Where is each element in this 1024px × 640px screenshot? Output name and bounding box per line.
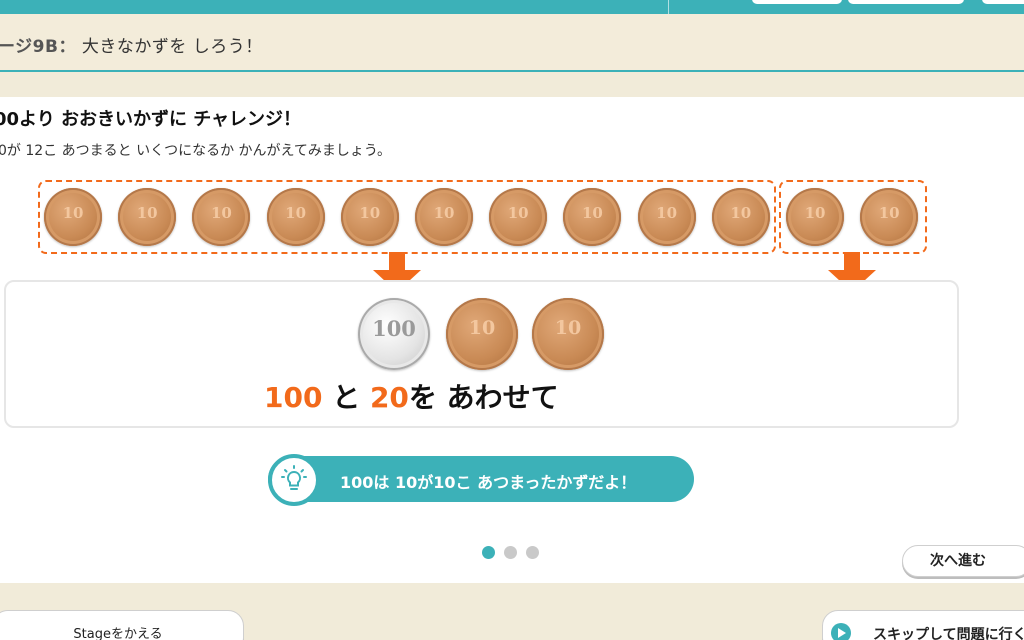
coin-label: 10 bbox=[656, 204, 678, 222]
page-dot[interactable] bbox=[526, 546, 539, 559]
play-icon bbox=[831, 623, 851, 640]
ten-yen-coin-icon: 10 bbox=[711, 188, 770, 246]
coin-label: 10 bbox=[878, 204, 900, 222]
lightbulb-icon bbox=[268, 454, 320, 506]
ten-yen-coin-icon: 10 bbox=[415, 188, 473, 246]
stage-header: ージ9B： 大きなかずを しろう！ bbox=[0, 14, 1024, 72]
lesson-heading: 00より おおきいかずに チャレンジ！ bbox=[0, 109, 302, 130]
lesson-instruction: 0が 12こ あつまると いくつになるか かんがえてみましょう。 bbox=[0, 143, 391, 159]
stage-title: ージ9B： 大きなかずを しろう！ bbox=[0, 32, 263, 57]
top-bar-button[interactable] bbox=[982, 0, 1024, 4]
skip-to-problems-button[interactable]: スキップして問題に行く bbox=[822, 610, 1024, 640]
stage-title-text: 大きなかずを しろう！ bbox=[81, 37, 263, 57]
coin-label: 10 bbox=[554, 317, 582, 339]
page-dot[interactable] bbox=[504, 546, 517, 559]
top-bar-button[interactable] bbox=[848, 0, 964, 4]
top-bar-button[interactable] bbox=[752, 0, 842, 4]
coin-label: 10 bbox=[507, 204, 529, 222]
coin-label: 10 bbox=[359, 204, 381, 222]
ten-yen-coin-icon: 10 bbox=[118, 188, 177, 246]
ten-yen-coin-icon: 10 bbox=[446, 298, 518, 370]
ten-yen-coin-icon: 10 bbox=[192, 188, 251, 246]
coin-label: 10 bbox=[433, 204, 455, 222]
ten-yen-coin-icon: 10 bbox=[489, 188, 548, 246]
coin-label: 100 bbox=[372, 315, 416, 341]
ten-yen-coin-icon: 10 bbox=[637, 188, 696, 246]
page-dot-active[interactable] bbox=[482, 546, 495, 559]
coin-label: 10 bbox=[136, 204, 158, 222]
sum-and: と bbox=[322, 381, 370, 414]
coin-label: 10 bbox=[804, 204, 826, 222]
ten-yen-coin-icon: 10 bbox=[532, 298, 604, 370]
stage-id: ージ9B： bbox=[0, 37, 76, 57]
ten-yen-coin-icon: 10 bbox=[563, 188, 622, 246]
hint-banner: 100は 10が10こ あつまったかずだよ！ bbox=[268, 454, 694, 506]
sum-sentence: 100 と 20を あわせて bbox=[264, 376, 559, 416]
ten-yen-coin-icon: 10 bbox=[44, 188, 102, 246]
hint-text: 100は 10が10こ あつまったかずだよ！ bbox=[340, 473, 637, 492]
skip-button-label: スキップして問題に行く bbox=[873, 627, 1024, 640]
coin-label: 10 bbox=[468, 317, 496, 339]
ten-yen-coin-icon: 10 bbox=[266, 188, 325, 246]
coin-label: 10 bbox=[581, 204, 603, 222]
sum-number-2: 20 bbox=[369, 381, 409, 414]
sum-suffix: を あわせて bbox=[408, 381, 559, 414]
top-bar bbox=[0, 0, 1024, 14]
hundred-yen-coin-icon: 100 bbox=[358, 298, 430, 370]
change-stage-button[interactable]: Stageをかえる bbox=[0, 610, 244, 640]
ten-yen-coin-icon: 10 bbox=[860, 188, 919, 246]
coin-label: 10 bbox=[62, 204, 84, 222]
top-bar-divider bbox=[668, 0, 669, 14]
coin-label: 10 bbox=[210, 204, 232, 222]
ten-yen-coin-icon: 10 bbox=[340, 188, 399, 246]
coin-label: 10 bbox=[730, 204, 752, 222]
ten-yen-coin-icon: 10 bbox=[786, 188, 844, 246]
next-button[interactable]: 次へ進む bbox=[902, 545, 1024, 577]
sum-number-1: 100 bbox=[264, 381, 323, 414]
coin-label: 10 bbox=[285, 204, 307, 222]
